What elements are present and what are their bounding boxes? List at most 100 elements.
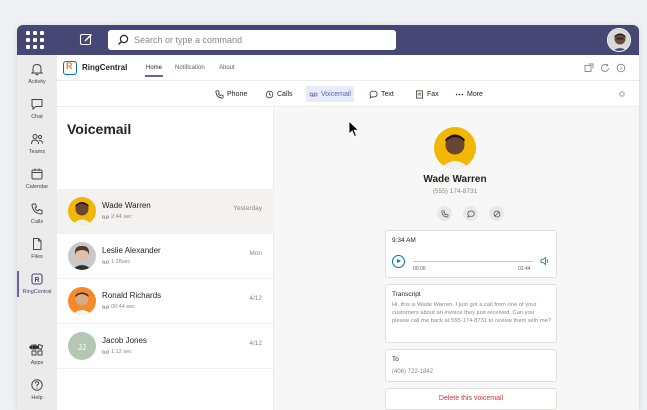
- rail-item-label: Teams: [28, 149, 46, 155]
- search-box[interactable]: [108, 30, 396, 50]
- rail-item-label: Activity: [28, 79, 46, 85]
- app-launcher-icon[interactable]: [26, 31, 44, 49]
- voicemail-list-item[interactable]: Leslie Alexander 1:28sec Mon: [57, 234, 274, 279]
- voicemail-player-card: 9:34 AM 00:00 02:44: [385, 230, 557, 278]
- block-icon: [493, 210, 500, 217]
- voicemail-icon: [102, 215, 109, 219]
- message-button[interactable]: [463, 206, 478, 221]
- clock-icon: [265, 90, 274, 98]
- voicemail-list-item[interactable]: Wade Warren 2:44 sec Yesterday: [57, 189, 274, 234]
- rail-item-label: RingCentral: [22, 289, 52, 295]
- tab-about[interactable]: About: [219, 65, 235, 71]
- avatar: JJ: [68, 332, 96, 360]
- chat-icon: [31, 99, 43, 111]
- rail-item-ringcentral[interactable]: R RingCentral: [17, 269, 57, 303]
- rail-item-help[interactable]: Help: [17, 375, 57, 409]
- volume-icon[interactable]: [540, 256, 550, 266]
- apps-icon: [31, 343, 44, 356]
- contact-name: Wade Warren: [423, 174, 487, 185]
- tab-notification[interactable]: Notification: [175, 65, 205, 71]
- compose-icon[interactable]: [79, 32, 93, 46]
- avatar: [68, 287, 96, 315]
- rail-item-label: Files: [31, 254, 43, 260]
- voicemail-icon: [102, 305, 109, 309]
- rail-item-label: Calls: [30, 219, 44, 225]
- toolbar-more-button[interactable]: More: [452, 86, 486, 102]
- block-button[interactable]: [489, 206, 504, 221]
- voicemail-date: 4/12: [249, 295, 262, 302]
- voicemail-icon: [102, 260, 109, 264]
- teams-icon: [31, 134, 43, 145]
- rail-item-calendar[interactable]: Calendar: [17, 164, 57, 198]
- rail-item-chat[interactable]: Chat: [17, 94, 57, 128]
- search-icon: [118, 34, 129, 45]
- total-time: 02:44: [518, 266, 531, 272]
- duration-text: 1:28sec: [111, 259, 131, 265]
- voicemail-date: 4/12: [249, 340, 262, 347]
- teams-top-bar: [17, 25, 639, 55]
- voicemail-duration: 1:28sec: [102, 259, 130, 265]
- rail-item-activity[interactable]: Activity: [17, 59, 57, 93]
- chat-bubble-icon: [466, 210, 475, 218]
- contact-phone: (555) 174-8731: [432, 188, 478, 195]
- toolbar-label: Voicemail: [321, 90, 351, 98]
- avatar: [434, 127, 476, 169]
- toolbar-label: Phone: [227, 90, 248, 98]
- toolbar-phone-button[interactable]: Phone: [212, 86, 250, 102]
- duration-text: 2:44 sec: [111, 214, 132, 220]
- page-title: Voicemail: [67, 121, 132, 137]
- transcript-label: Transcript: [392, 291, 421, 298]
- rail-item-teams[interactable]: Teams: [17, 129, 57, 163]
- rail-item-files[interactable]: Files: [17, 234, 57, 268]
- app-header: RingCentral Home Notification About: [57, 55, 639, 81]
- toolbar-text-button[interactable]: Text: [366, 86, 397, 102]
- toolbar-label: Text: [381, 90, 394, 98]
- tab-home[interactable]: Home: [144, 65, 164, 77]
- toolbar-calls-button[interactable]: Calls: [262, 86, 296, 102]
- user-avatar[interactable]: [607, 28, 631, 52]
- rail-item-calls[interactable]: Calls: [17, 199, 57, 233]
- to-label: To: [392, 356, 399, 363]
- search-input[interactable]: [134, 32, 389, 48]
- toolbar-label: More: [467, 90, 483, 98]
- caller-name: Wade Warren: [102, 201, 151, 210]
- voicemail-date: Yesterday: [233, 205, 262, 212]
- ringcentral-logo-icon: [63, 61, 77, 75]
- file-icon: [33, 238, 42, 250]
- info-icon[interactable]: [616, 63, 626, 73]
- phone-icon: [31, 203, 43, 215]
- phone-icon: [215, 90, 224, 98]
- elapsed-time: 00:00: [413, 266, 426, 272]
- call-back-button[interactable]: [437, 206, 452, 221]
- voicemail-list-item[interactable]: Ronald Richards 00:44 sec 4/12: [57, 279, 274, 324]
- toolbar-voicemail-button[interactable]: Voicemail: [306, 86, 354, 102]
- voicemail-icon: [102, 350, 109, 354]
- toolbar-label: Fax: [427, 90, 439, 98]
- app-name: RingCentral: [82, 63, 128, 72]
- duration-text: 00:44 sec: [111, 304, 135, 310]
- transcript-text: Hi, this is Wade Warren. I just got a ca…: [392, 302, 552, 324]
- ringcentral-icon: R: [31, 273, 43, 285]
- recipient-card: To (406) 722-1842: [385, 349, 557, 382]
- toolbar-fax-button[interactable]: Fax: [412, 86, 442, 102]
- voicemail-list-item[interactable]: JJ Jacob Jones 1:12 sec 4/12: [57, 324, 274, 369]
- voicemail-icon: [309, 92, 318, 96]
- fax-icon: [415, 90, 424, 98]
- delete-voicemail-button[interactable]: Delete this voicemail: [385, 388, 557, 410]
- help-icon: [31, 379, 43, 391]
- caller-name: Jacob Jones: [102, 336, 147, 345]
- rail-item-apps[interactable]: Apps: [17, 340, 57, 374]
- avatar: [68, 242, 96, 270]
- voicemail-duration: 2:44 sec: [102, 214, 132, 220]
- avatar-initials: JJ: [78, 343, 86, 352]
- refresh-icon[interactable]: [600, 63, 610, 73]
- more-dots-icon: [455, 93, 464, 95]
- popout-icon[interactable]: [584, 63, 594, 73]
- playback-slider[interactable]: [413, 261, 533, 262]
- caller-name: Ronald Richards: [102, 291, 162, 300]
- play-button[interactable]: [392, 255, 405, 268]
- teams-window: Activity Chat Teams Calendar Calls Files…: [17, 25, 639, 410]
- caller-name: Leslie Alexander: [102, 246, 161, 255]
- app-rail: Activity Chat Teams Calendar Calls Files…: [17, 55, 57, 410]
- settings-icon[interactable]: [617, 89, 627, 99]
